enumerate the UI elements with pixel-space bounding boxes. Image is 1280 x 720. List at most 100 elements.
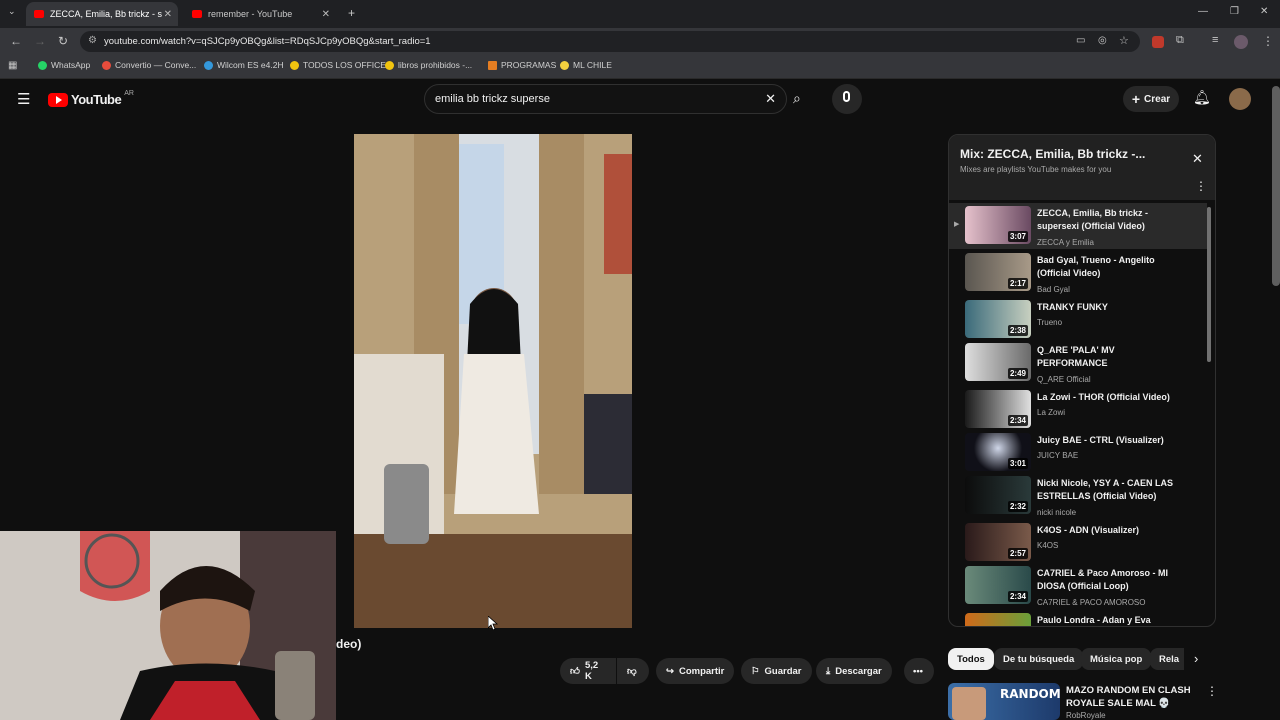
country-code: AR (124, 90, 134, 97)
search-input[interactable]: emilia bb trickz superse ✕ (424, 84, 787, 114)
close-playlist-icon[interactable]: ✕ (1192, 151, 1203, 167)
item-title: Paulo Londra - Adan y Eva (1037, 615, 1151, 625)
extensions-puzzle-icon[interactable]: ⧉ (1176, 34, 1184, 47)
cast-icon[interactable]: ▭ (1076, 35, 1085, 46)
notifications-bell-icon[interactable]: 🔔︎ (1193, 89, 1211, 106)
logo-text: YouTube (71, 92, 122, 107)
share-button[interactable]: ↪ Compartir (656, 658, 735, 684)
minimize-icon[interactable]: — (1198, 6, 1208, 17)
playlist-item[interactable]: 2:17 Bad Gyal, Trueno - Angelito (Offici… (949, 250, 1207, 296)
recommendation-menu-icon[interactable]: ⋮ (1206, 684, 1218, 698)
save-button[interactable]: ⚐ Guardar (741, 658, 812, 684)
mic-icon[interactable] (832, 84, 862, 114)
close-tab-icon[interactable]: ✕ (164, 9, 172, 20)
page-scrollbar[interactable] (1272, 86, 1280, 286)
youtube-play-icon (48, 92, 68, 107)
new-tab-icon[interactable]: + (348, 6, 355, 20)
close-window-icon[interactable]: ✕ (1260, 6, 1268, 17)
bookmark-programas[interactable]: PROGRAMAS (488, 60, 556, 70)
likes-count: 5,2 K (584, 660, 599, 682)
save-label: Guardar (764, 665, 802, 677)
item-title: ZECCA, Emilia, Bb trickz - supersexi (Of… (1037, 208, 1149, 231)
video-title-fragment: deo) (336, 637, 362, 651)
youtube-logo[interactable]: YouTube AR (48, 90, 134, 107)
chip-de-tu-busqueda[interactable]: De tu búsqueda (994, 648, 1084, 670)
video-player[interactable] (354, 134, 632, 628)
bookmark-ml-chile[interactable]: ML CHILE (560, 60, 612, 70)
more-actions-button[interactable]: ••• (904, 658, 934, 684)
bookmark-office[interactable]: TODOS LOS OFFICE (290, 60, 386, 70)
video-thumbnail: 2:34 (965, 566, 1031, 604)
restore-icon[interactable]: ❐ (1230, 6, 1239, 17)
profile-avatar[interactable] (1234, 35, 1248, 49)
chip-musica-pop[interactable]: Música pop (1081, 648, 1152, 670)
video-frame (354, 134, 632, 628)
media-control-icon[interactable]: ≡ (1212, 34, 1218, 46)
playlist-subtitle: Mixes are playlists YouTube makes for yo… (960, 165, 1112, 174)
playlist-scrollbar[interactable] (1207, 207, 1211, 362)
download-button[interactable]: ⤓ Descargar (816, 658, 892, 684)
reload-icon[interactable]: ↻ (58, 34, 68, 48)
chip-todos[interactable]: Todos (948, 648, 994, 670)
browser-toolbar: ← → ↻ ⚙ youtube.com/watch?v=qSJCp9yOBQg&… (0, 28, 1280, 55)
create-button[interactable]: + Crear (1123, 86, 1179, 112)
browser-tab-bar: ⌄ ZECCA, Emilia, Bb trickz - s ✕ remembe… (0, 0, 1280, 28)
drive-icon (290, 60, 299, 70)
recommendation-title[interactable]: MAZO RANDOM EN CLASH ROYALE SALE MAL 💀 (1066, 684, 1206, 710)
bookmark-star-icon[interactable]: ☆ (1119, 34, 1129, 47)
item-channel: K4OS (1037, 541, 1059, 550)
tab-title: ZECCA, Emilia, Bb trickz - s (50, 9, 163, 19)
playlist-item[interactable]: 2:49 Q_ARE 'PALA' MV PERFORMANCE Q_ARE O… (949, 340, 1207, 386)
tab-search-icon[interactable]: ⌄ (8, 6, 16, 17)
playlist-item[interactable]: 3:01 Juicy BAE - CTRL (Visualizer) JUICY… (949, 430, 1207, 476)
chrome-menu-icon[interactable]: ⋮ (1262, 34, 1274, 48)
site-info-icon[interactable]: ⚙ (88, 35, 97, 46)
clear-search-icon[interactable]: ✕ (765, 91, 776, 107)
video-thumbnail: 2:34 (965, 390, 1031, 428)
chip-relacionados[interactable]: Rela (1150, 648, 1184, 670)
playlist-menu-icon[interactable]: ⋮ (1195, 179, 1207, 193)
item-channel: Bad Gyal (1037, 285, 1070, 294)
dislike-button[interactable]: 👎︎ (617, 658, 649, 684)
item-channel: Trueno (1037, 318, 1063, 327)
bookmark-convertio[interactable]: Convertio — Conve... (102, 60, 196, 70)
search-icon[interactable]: ⌕ (787, 84, 817, 114)
chevron-right-icon[interactable]: › (1194, 651, 1198, 666)
mouse-cursor-icon (488, 616, 498, 630)
download-icon: ⤓ (826, 665, 831, 677)
search-value: emilia bb trickz superse (435, 93, 550, 105)
extension-icon[interactable] (1152, 36, 1164, 48)
url-bar[interactable]: ⚙ youtube.com/watch?v=qSJCp9yOBQg&list=R… (80, 31, 1140, 52)
item-title: K4OS - ADN (Visualizer) (1037, 525, 1140, 535)
forward-icon[interactable]: → (34, 34, 46, 48)
close-tab-icon[interactable]: ✕ (322, 9, 330, 20)
item-channel: ZECCA y Emilia (1037, 238, 1094, 247)
recommendation-thumbnail[interactable]: RANDOM (948, 683, 1060, 720)
bookmark-libros[interactable]: libros prohibidos -... (385, 60, 472, 70)
playlist-item[interactable]: Paulo Londra - Adan y Eva (949, 610, 1207, 626)
hamburger-menu-icon[interactable]: ☰ (17, 90, 30, 108)
apps-grid-icon[interactable]: ▦ (8, 60, 17, 71)
playlist-item[interactable]: ▶ 3:07 ZECCA, Emilia, Bb trickz - supers… (949, 203, 1207, 249)
playlist-title[interactable]: Mix: ZECCA, Emilia, Bb trickz -... (960, 147, 1145, 161)
tab-title: remember - YouTube (208, 9, 293, 19)
item-title: Bad Gyal, Trueno - Angelito (Official Vi… (1037, 255, 1155, 278)
item-title: CA7RIEL & Paco Amoroso - MI DIOSA (Offic… (1037, 568, 1169, 591)
tab-zecca[interactable]: ZECCA, Emilia, Bb trickz - s ✕ (26, 2, 178, 26)
playlist-item[interactable]: 2:32 Nicki Nicole, YSY A - CAEN LAS ESTR… (949, 473, 1207, 519)
tab-remember[interactable]: remember - YouTube ✕ (184, 2, 336, 26)
url-text: youtube.com/watch?v=qSJCp9yOBQg&list=RDq… (104, 36, 431, 47)
playlist-item[interactable]: 2:34 CA7RIEL & Paco Amoroso - MI DIOSA (… (949, 563, 1207, 609)
playlist-item[interactable]: 2:57 K4OS - ADN (Visualizer) K4OS (949, 520, 1207, 566)
playlist-item[interactable]: 2:38 TRANKY FUNKY Trueno (949, 297, 1207, 343)
bookmarks-bar: ▦ WhatsApp Convertio — Conve... Wilcom E… (0, 55, 1280, 79)
playlist-item[interactable]: 2:34 La Zowi - THOR (Official Video) La … (949, 387, 1207, 433)
back-icon[interactable]: ← (10, 34, 22, 48)
bookmark-wilcom[interactable]: Wilcom ES e4.2H (204, 60, 284, 70)
eye-off-icon[interactable]: ◎ (1098, 35, 1107, 46)
user-avatar[interactable] (1229, 88, 1251, 110)
video-thumbnail: 2:38 (965, 300, 1031, 338)
webcam-overlay (0, 531, 336, 720)
like-button[interactable]: 👍︎ 5,2 K (560, 658, 616, 684)
bookmark-whatsapp[interactable]: WhatsApp (38, 60, 90, 70)
